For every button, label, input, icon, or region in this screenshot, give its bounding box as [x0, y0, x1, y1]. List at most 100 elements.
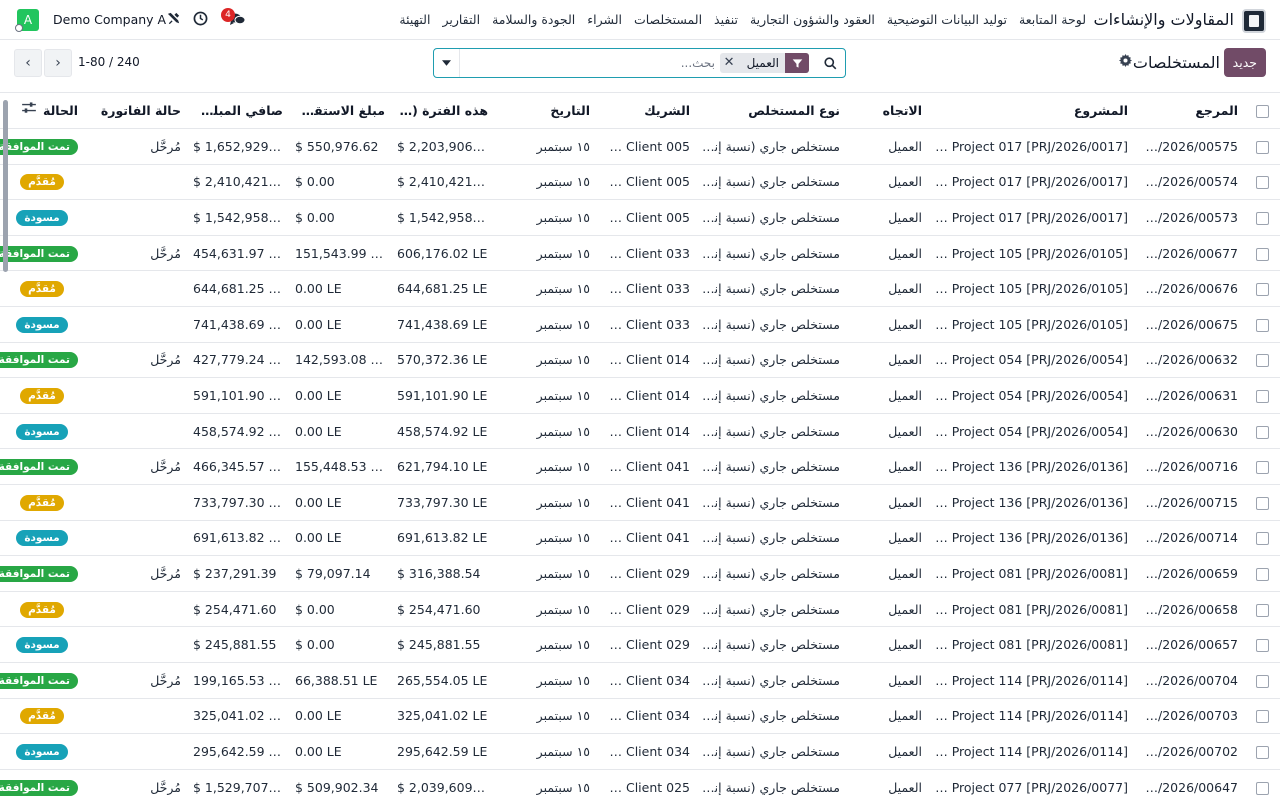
row-checkbox[interactable]	[1244, 520, 1280, 557]
cell-status: مُقدَّم	[0, 270, 84, 308]
column-header-partner[interactable]: الشريك	[596, 93, 696, 130]
row-checkbox[interactable]	[1244, 591, 1280, 628]
row-checkbox[interactable]	[1244, 270, 1280, 308]
cell-status: تمت الموافقة	[0, 235, 84, 272]
pager-previous-icon[interactable]: ‹	[14, 49, 42, 77]
row-checkbox[interactable]	[1244, 199, 1280, 236]
remove-facet-icon[interactable]: ✕	[720, 53, 741, 73]
menu-item-reports[interactable]: التقارير	[436, 0, 486, 40]
optional-columns-icon[interactable]	[22, 102, 36, 118]
cell-deductions: 0.00 LE	[289, 484, 391, 521]
cell-reference: IPC/2026/00716	[1134, 448, 1244, 486]
row-checkbox[interactable]	[1244, 484, 1280, 521]
pager-next-icon[interactable]: ›	[44, 49, 72, 77]
new-button[interactable]: جديد	[1223, 48, 1266, 77]
cell-invoice-status: مُرحَّل	[84, 128, 187, 165]
cell-status: تمت الموافقة	[0, 342, 84, 379]
cell-project: Demo Project 114 [PRJ/2026/0114]	[928, 662, 1134, 699]
row-checkbox[interactable]	[1244, 555, 1280, 592]
table-row[interactable]: IPC/2026/00573 Demo Project 017 [PRJ/2026…	[0, 199, 1280, 236]
cell-ipc-type: مستخلص جاري (نسبة إنجاز)	[696, 591, 846, 628]
row-checkbox[interactable]	[1244, 698, 1280, 735]
company-switcher[interactable]: Demo Company A	[53, 12, 166, 27]
row-checkbox[interactable]	[1244, 662, 1280, 699]
activity-clock-icon[interactable]	[191, 11, 209, 29]
column-header-project[interactable]: المشروع	[928, 93, 1134, 130]
column-header-reference[interactable]: المرجع	[1134, 93, 1244, 130]
row-checkbox[interactable]	[1244, 733, 1280, 770]
menu-item-execution[interactable]: تنفيذ	[708, 0, 744, 40]
debug-tools-icon[interactable]	[164, 11, 182, 29]
cell-period-amount: $ 254,471.60	[391, 591, 494, 628]
cell-date: ١٥ سبتمبر	[494, 698, 596, 735]
cell-invoice-status: مُرحَّل	[84, 448, 187, 486]
row-checkbox[interactable]	[1244, 342, 1280, 379]
column-header-ipc-type[interactable]: نوع المستخلص	[696, 93, 846, 130]
search-icon[interactable]	[815, 49, 845, 77]
menu-item-ipc[interactable]: المستخلصات	[628, 0, 708, 40]
cell-reference: IPC/2026/00631	[1134, 377, 1244, 414]
pager-value[interactable]: 1-80 / 240	[78, 55, 140, 69]
row-checkbox[interactable]	[1244, 413, 1280, 450]
status-badge: مُقدَّم	[20, 388, 64, 405]
column-header-deductions[interactable]: مبلغ الاستقطاعات	[289, 93, 391, 130]
search-input[interactable]	[464, 53, 715, 73]
row-checkbox[interactable]	[1244, 377, 1280, 414]
row-checkbox[interactable]	[1244, 235, 1280, 272]
table-row[interactable]: IPC/2026/00703 Demo Project 114 [PRJ/2026…	[0, 698, 1280, 735]
menu-item-demo-data[interactable]: توليد البيانات التوضيحية	[881, 0, 1013, 40]
table-row[interactable]: IPC/2026/00659 Demo Project 081 [PRJ/2026…	[0, 555, 1280, 592]
table-row[interactable]: IPC/2026/00716 Demo Project 136 [PRJ/2026…	[0, 448, 1280, 486]
column-header-period-amount[interactable]: هذه الفترة (قبل ...	[391, 93, 494, 130]
cell-direction: العميل	[846, 377, 928, 414]
top-navbar: المقاولات والإنشاءات لوحة المتابعة توليد…	[0, 0, 1280, 40]
vertical-scrollbar[interactable]	[3, 100, 8, 272]
status-badge: مسودة	[16, 316, 68, 333]
table-row[interactable]: IPC/2026/00647 Demo Project 077 [PRJ/2026…	[0, 769, 1280, 800]
row-checkbox[interactable]	[1244, 769, 1280, 800]
cell-status: تمت الموافقة	[0, 448, 84, 486]
row-checkbox[interactable]	[1244, 448, 1280, 486]
table-row[interactable]: IPC/2026/00677 Demo Project 105 [PRJ/2026…	[0, 235, 1280, 272]
menu-item-contracts[interactable]: العقود والشؤون التجارية	[744, 0, 881, 40]
table-row[interactable]: IPC/2026/00575 Demo Project 017 [PRJ/2026…	[0, 128, 1280, 165]
menu-item-configuration[interactable]: التهيئة	[393, 0, 436, 40]
gear-icon[interactable]	[1119, 54, 1132, 71]
filter-icon	[785, 53, 809, 73]
column-header-invoice-status[interactable]: حالة الفاتورة	[84, 93, 187, 130]
pager: ‹ › 1-80 / 240	[14, 49, 154, 77]
select-all-checkbox[interactable]	[1244, 93, 1280, 130]
cell-deductions: $ 509,902.34	[289, 769, 391, 800]
cell-direction: العميل	[846, 413, 928, 450]
status-badge: تمت الموافقة	[0, 672, 78, 689]
table-row[interactable]: IPC/2026/00676 Demo Project 105 [PRJ/2026…	[0, 270, 1280, 308]
table-row[interactable]: IPC/2026/00631 Demo Project 054 [PRJ/2026…	[0, 377, 1280, 414]
table-row[interactable]: IPC/2026/00657 Demo Project 081 [PRJ/2026…	[0, 626, 1280, 663]
table-row[interactable]: IPC/2026/00675 Demo Project 105 [PRJ/2026…	[0, 306, 1280, 343]
cell-reference: IPC/2026/00715	[1134, 484, 1244, 521]
menu-item-purchase[interactable]: الشراء	[581, 0, 628, 40]
table-row[interactable]: IPC/2026/00715 Demo Project 136 [PRJ/2026…	[0, 484, 1280, 521]
table-row[interactable]: IPC/2026/00574 Demo Project 017 [PRJ/2026…	[0, 164, 1280, 201]
row-checkbox[interactable]	[1244, 306, 1280, 343]
search-options-toggle-icon[interactable]	[434, 49, 460, 77]
app-title[interactable]: المقاولات والإنشاءات	[1094, 10, 1234, 29]
menu-item-dashboard[interactable]: لوحة المتابعة	[1013, 0, 1092, 40]
table-row[interactable]: IPC/2026/00704 Demo Project 114 [PRJ/2026…	[0, 662, 1280, 699]
row-checkbox[interactable]	[1244, 128, 1280, 165]
column-header-net-amount[interactable]: صافي المبلغ ال...	[187, 93, 289, 130]
status-badge: مُقدَّم	[20, 494, 64, 511]
app-logo-icon[interactable]	[1242, 9, 1266, 33]
table-row[interactable]: IPC/2026/00702 Demo Project 114 [PRJ/2026…	[0, 733, 1280, 770]
column-header-date[interactable]: التاريخ	[494, 93, 596, 130]
table-row[interactable]: IPC/2026/00714 Demo Project 136 [PRJ/2026…	[0, 520, 1280, 557]
table-row[interactable]: IPC/2026/00632 Demo Project 054 [PRJ/2026…	[0, 342, 1280, 379]
table-row[interactable]: IPC/2026/00630 Demo Project 054 [PRJ/2026…	[0, 413, 1280, 450]
table-row[interactable]: IPC/2026/00658 Demo Project 081 [PRJ/2026…	[0, 591, 1280, 628]
menu-item-quality[interactable]: الجودة والسلامة	[486, 0, 581, 40]
cell-direction: العميل	[846, 698, 928, 735]
column-header-direction[interactable]: الاتجاه	[846, 93, 928, 130]
column-header-status[interactable]: الحالة	[0, 93, 84, 130]
row-checkbox[interactable]	[1244, 626, 1280, 663]
row-checkbox[interactable]	[1244, 164, 1280, 201]
